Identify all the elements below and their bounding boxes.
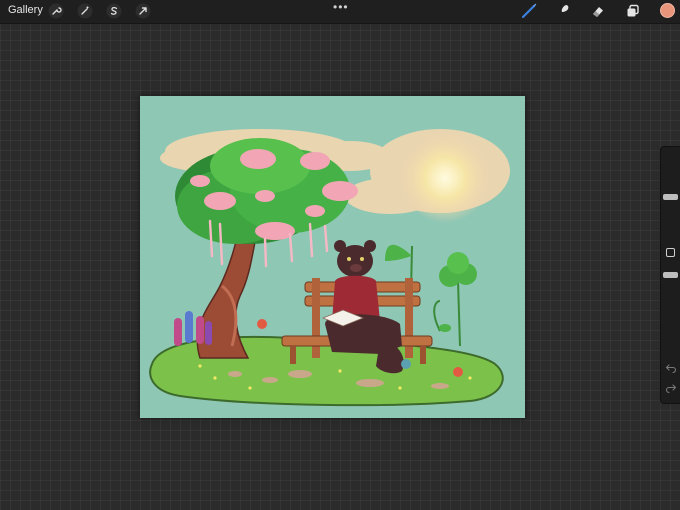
selection-s-icon[interactable] [106, 3, 122, 19]
undo-icon[interactable] [665, 362, 677, 374]
top-toolbar: Gallery ••• [0, 0, 680, 24]
smudge-icon[interactable] [556, 3, 572, 19]
sun [400, 133, 490, 223]
wrench-icon[interactable] [48, 3, 64, 19]
layers-icon[interactable] [625, 3, 641, 19]
eraser-icon[interactable] [590, 3, 606, 19]
gallery-button[interactable]: Gallery [8, 4, 43, 16]
artwork-illustration [140, 96, 525, 418]
magic-wand-icon[interactable] [77, 3, 93, 19]
drawing-canvas[interactable] [140, 96, 525, 418]
opacity-slider[interactable] [663, 272, 678, 278]
modify-button[interactable] [666, 248, 675, 257]
color-picker-button[interactable] [660, 3, 675, 18]
brush-size-slider[interactable] [663, 194, 678, 200]
brush-icon[interactable] [521, 3, 537, 19]
transform-arrow-icon[interactable] [135, 3, 151, 19]
redo-icon[interactable] [665, 382, 677, 394]
brush-sidebar [660, 146, 680, 404]
more-options-button[interactable]: ••• [333, 0, 349, 14]
